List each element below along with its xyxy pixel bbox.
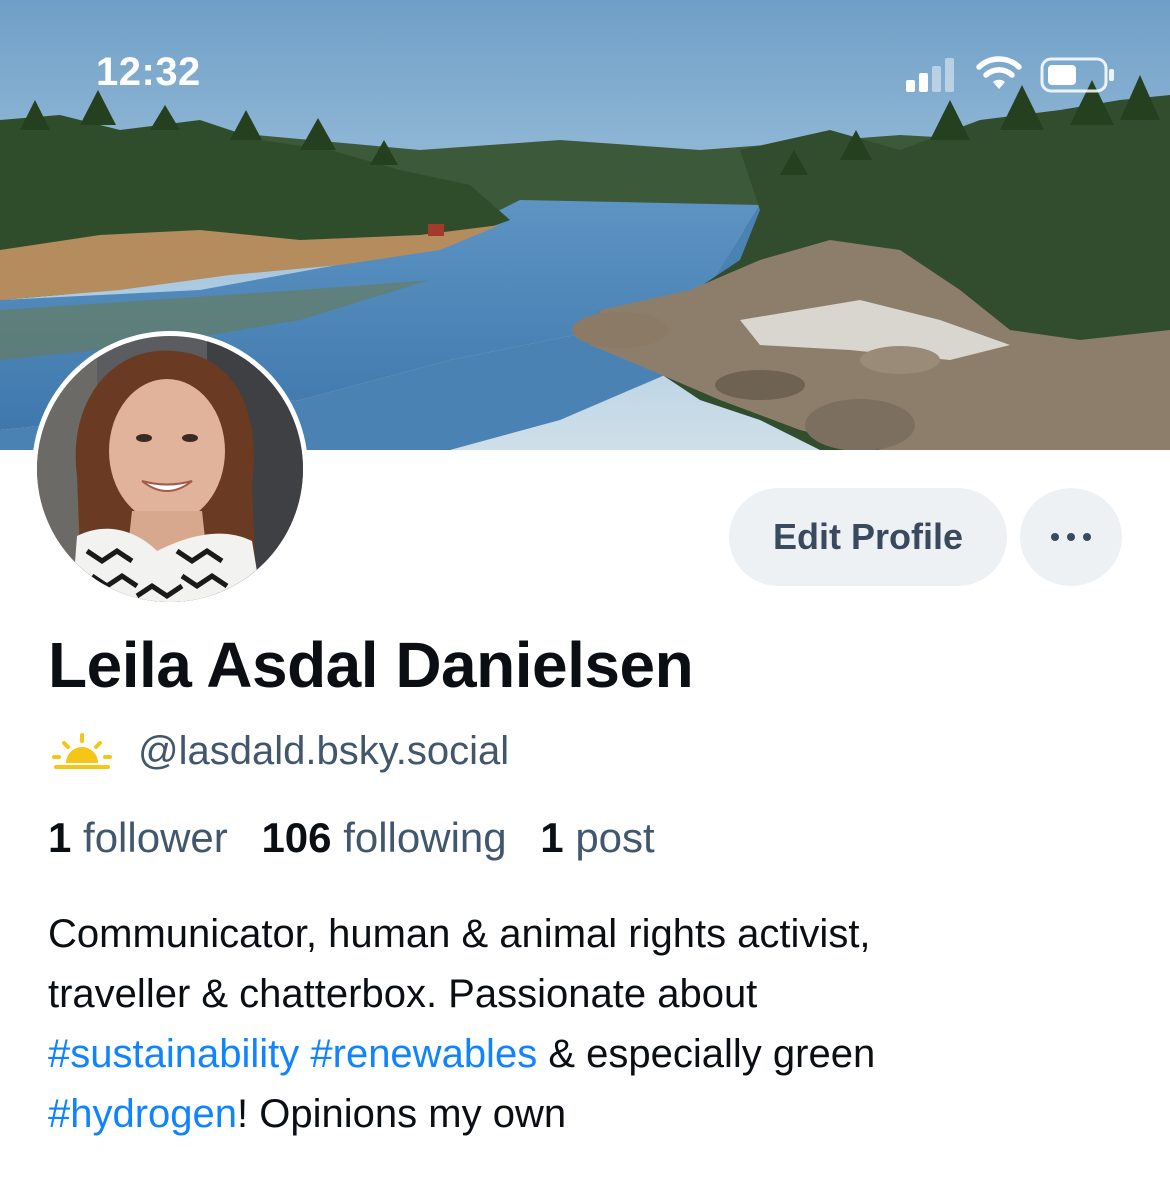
following-label: following: [343, 814, 507, 861]
profile-stats: 1 follower 106 following 1 post: [48, 814, 677, 862]
profile-handle[interactable]: @lasdald.bsky.social: [138, 729, 509, 774]
profile-avatar[interactable]: [32, 331, 308, 607]
bio-text-especially: & especially green: [548, 1032, 876, 1076]
edit-profile-button[interactable]: Edit Profile: [729, 488, 1007, 586]
followers-label: follower: [83, 814, 228, 861]
bio-line-2: traveller & chatterbox. Passionate about: [48, 972, 758, 1016]
bio-line-1: Communicator, human & animal rights acti…: [48, 912, 871, 956]
hashtag-hydrogen[interactable]: #hydrogen: [48, 1092, 237, 1136]
followers-count: 1: [48, 814, 72, 861]
display-name: Leila Asdal Danielsen: [48, 629, 694, 701]
profile-bio: Communicator, human & animal rights acti…: [48, 904, 1128, 1144]
following-count: 106: [261, 814, 332, 861]
avatar-image: [37, 336, 303, 602]
bio-text-end: ! Opinions my own: [237, 1092, 567, 1136]
posts-stat: 1 post: [540, 814, 654, 861]
hashtag-sustainability[interactable]: #sustainability: [48, 1032, 299, 1076]
hashtag-renewables[interactable]: #renewables: [310, 1032, 537, 1076]
following-stat[interactable]: 106 following: [261, 814, 506, 861]
ellipsis-icon: [1051, 533, 1091, 541]
wifi-icon: [976, 56, 1022, 89]
more-options-button[interactable]: [1020, 488, 1122, 586]
sunrise-icon: [52, 733, 112, 769]
status-time: 12:32: [96, 50, 201, 94]
cellular-signal-icon: [906, 58, 954, 92]
battery-icon: [1040, 57, 1114, 93]
posts-count: 1: [540, 814, 564, 861]
followers-stat[interactable]: 1 follower: [48, 814, 228, 861]
handle-row: @lasdald.bsky.social: [50, 728, 509, 774]
posts-label: post: [575, 814, 655, 861]
